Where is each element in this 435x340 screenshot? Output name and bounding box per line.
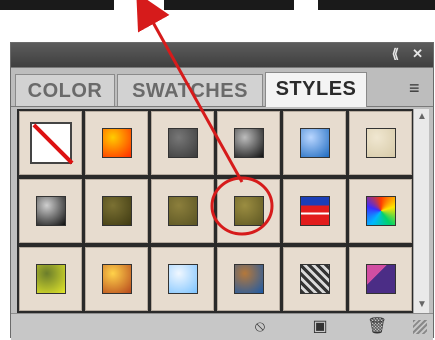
style-thumbnail [36, 196, 66, 226]
style-swatch-cell[interactable] [217, 179, 280, 243]
style-swatch-cell[interactable] [349, 179, 412, 243]
style-swatch-cell[interactable] [283, 247, 346, 311]
style-swatch-cell[interactable] [283, 111, 346, 175]
style-swatch-cell[interactable] [349, 247, 412, 311]
styles-content: ▲ ▼ [11, 107, 433, 313]
panel-titlebar: ⟪ ✕ [11, 43, 433, 67]
style-swatch-cell[interactable] [217, 247, 280, 311]
style-swatch-cell[interactable] [217, 111, 280, 175]
scroll-down-icon[interactable]: ▼ [416, 299, 428, 311]
style-swatch-cell[interactable] [151, 111, 214, 175]
none-style-icon [30, 122, 72, 164]
scroll-up-icon[interactable]: ▲ [416, 111, 428, 123]
collapse-double-arrow-icon[interactable]: ⟪ [392, 46, 399, 62]
top-dark-stroke-2 [164, 0, 294, 10]
style-swatch-cell[interactable] [19, 179, 82, 243]
top-dark-stroke [0, 0, 114, 10]
styles-grid [17, 109, 413, 313]
top-cropped-edge [0, 0, 435, 16]
style-swatch-cell[interactable] [85, 179, 148, 243]
style-thumbnail [36, 264, 66, 294]
style-thumbnail [366, 264, 396, 294]
style-thumbnail [102, 264, 132, 294]
resize-grip-icon[interactable] [413, 320, 427, 334]
style-swatch-cell[interactable] [151, 247, 214, 311]
style-swatch-cell[interactable] [19, 247, 82, 311]
style-thumbnail [234, 196, 264, 226]
new-style-icon[interactable]: ▣ [311, 318, 329, 336]
style-thumbnail [168, 264, 198, 294]
panel-menu-icon[interactable]: ≡ [409, 78, 427, 98]
style-thumbnail [366, 196, 396, 226]
style-thumbnail [300, 128, 330, 158]
style-swatch-cell[interactable] [151, 179, 214, 243]
top-dark-stroke-3 [318, 0, 435, 10]
style-swatch-cell[interactable] [85, 111, 148, 175]
style-swatch-cell[interactable] [85, 247, 148, 311]
style-thumbnail [300, 196, 330, 226]
style-thumbnail [168, 196, 198, 226]
style-swatch-cell[interactable] [283, 179, 346, 243]
style-thumbnail [168, 128, 198, 158]
style-thumbnail [102, 128, 132, 158]
close-icon[interactable]: ✕ [412, 46, 423, 62]
style-swatch-cell[interactable] [19, 111, 82, 175]
styles-panel: ⟪ ✕ COLOR SWATCHES STYLES ≡ ▲ ▼ ⦸ ▣ 🗑 [10, 42, 434, 340]
style-thumbnail [234, 264, 264, 294]
style-thumbnail [102, 196, 132, 226]
tab-color[interactable]: COLOR [15, 74, 115, 106]
trash-icon[interactable]: 🗑 [367, 318, 387, 336]
tab-styles[interactable]: STYLES [265, 72, 367, 107]
panel-bottom-bar: ⦸ ▣ 🗑 [11, 313, 433, 340]
style-thumbnail [234, 128, 264, 158]
panel-tabs: COLOR SWATCHES STYLES ≡ [11, 67, 433, 107]
break-link-icon[interactable]: ⦸ [251, 318, 269, 336]
scrollbar[interactable]: ▲ ▼ [413, 109, 429, 313]
style-thumbnail [366, 128, 396, 158]
style-swatch-cell[interactable] [349, 111, 412, 175]
tab-swatches[interactable]: SWATCHES [117, 74, 263, 106]
style-thumbnail [300, 264, 330, 294]
